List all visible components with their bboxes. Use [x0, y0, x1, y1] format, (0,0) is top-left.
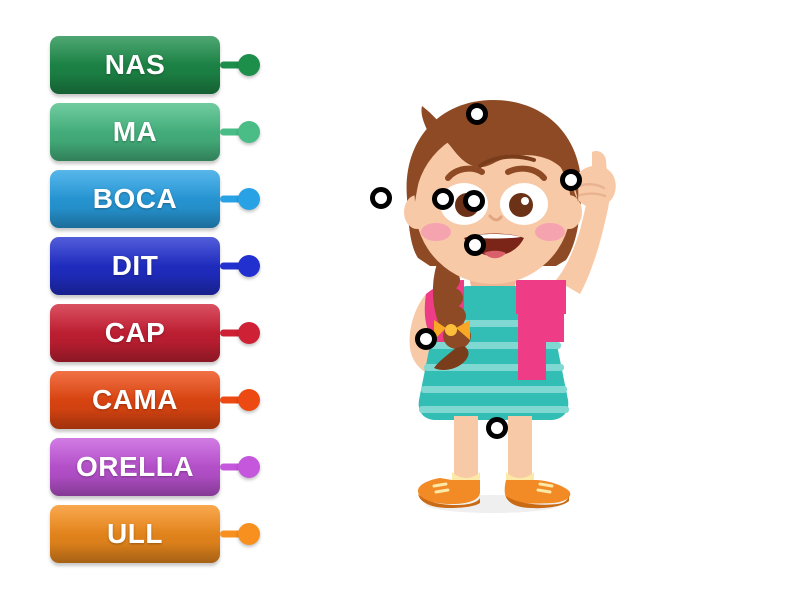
connector-knob[interactable]	[238, 322, 260, 344]
marker-hip-icon[interactable]	[415, 328, 437, 350]
label-text: CAP	[104, 317, 166, 348]
marker-eye-icon[interactable]	[432, 188, 454, 210]
label-chip-boca[interactable]: BOCA	[50, 170, 220, 228]
label-chip-cama[interactable]: CAMA	[50, 371, 220, 429]
label-chip-cap[interactable]: CAP	[50, 304, 220, 362]
label-text: DIT	[111, 250, 159, 281]
label-chip-ma[interactable]: MA	[50, 103, 220, 161]
marker-mouth-icon[interactable]	[464, 234, 486, 256]
activity-canvas: NAS MA BOCA DIT CAP CAMA ORELLA ULL	[0, 0, 800, 600]
connector-knob[interactable]	[238, 188, 260, 210]
label-chip-nas[interactable]: NAS	[50, 36, 220, 94]
marker-head-icon[interactable]	[466, 103, 488, 125]
connector-knob[interactable]	[238, 54, 260, 76]
label-row-boca[interactable]: BOCA	[50, 170, 260, 228]
label-chip-dit[interactable]: DIT	[50, 237, 220, 295]
marker-ear-icon[interactable]	[370, 187, 392, 209]
label-row-dit[interactable]: DIT	[50, 237, 260, 295]
marker-hand-icon[interactable]	[560, 169, 582, 191]
label-chip-ull[interactable]: ULL	[50, 505, 220, 563]
label-row-ull[interactable]: ULL	[50, 505, 260, 563]
label-row-cap[interactable]: CAP	[50, 304, 260, 362]
label-text: ORELLA	[75, 451, 195, 482]
label-row-orella[interactable]: ORELLA	[50, 438, 260, 496]
label-text: ULL	[107, 518, 163, 549]
label-text: CAMA	[92, 384, 178, 415]
label-row-nas[interactable]: NAS	[50, 36, 260, 94]
marker-leg-icon[interactable]	[486, 417, 508, 439]
girl-illustration	[360, 80, 630, 530]
connector-knob[interactable]	[238, 121, 260, 143]
label-text: MA	[112, 116, 158, 147]
label-text: NAS	[104, 49, 166, 80]
marker-nose-icon[interactable]	[463, 190, 485, 212]
connector-knob[interactable]	[238, 255, 260, 277]
connector-knob[interactable]	[238, 456, 260, 478]
label-chip-orella[interactable]: ORELLA	[50, 438, 220, 496]
label-row-ma[interactable]: MA	[50, 103, 260, 161]
connector-knob[interactable]	[238, 523, 260, 545]
connector-knob[interactable]	[238, 389, 260, 411]
label-text: BOCA	[92, 183, 178, 214]
label-row-cama[interactable]: CAMA	[50, 371, 260, 429]
